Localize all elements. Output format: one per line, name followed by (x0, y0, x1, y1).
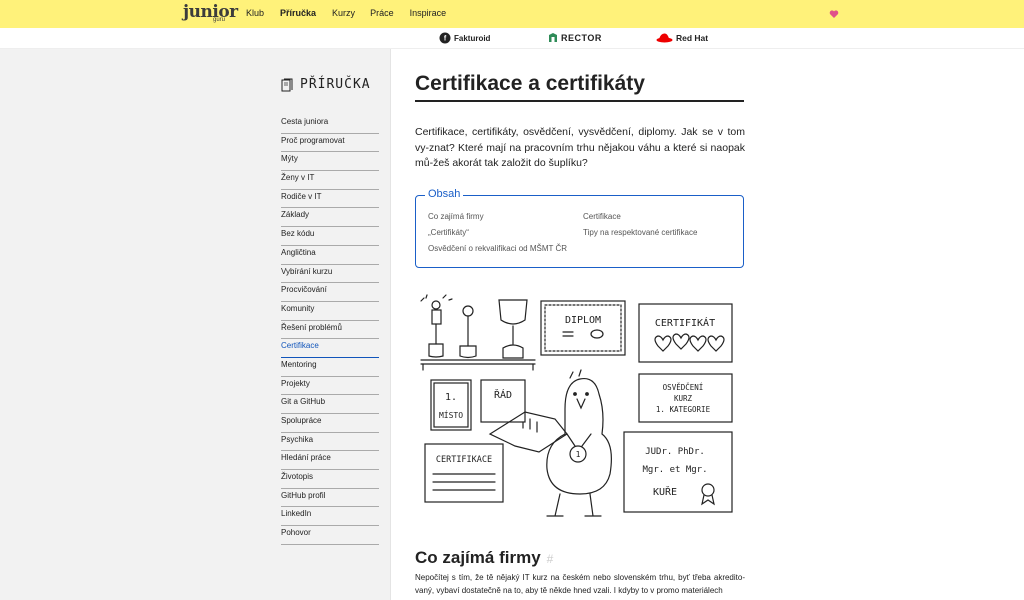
misto-number: 1. (445, 392, 457, 403)
titles-text-1: JUDr. PhDr. (645, 447, 705, 457)
sponsor-fakturoid[interactable]: f Fakturoid (439, 32, 490, 44)
misto-text: MÍSTO (439, 409, 463, 420)
osvedceni-text-3: 1. KATEGORIE (656, 405, 711, 414)
sidebar-item-komunity[interactable]: Komunity (281, 302, 379, 321)
toc-link-co-zajima-firmy[interactable]: Co zajímá firmy (428, 212, 484, 221)
certifikat-text: CERTIFIKÁT (655, 316, 715, 329)
lead-paragraph: Certifikace, certifikáty, osvědčení, vys… (415, 126, 745, 169)
toc-link-certifikace[interactable]: Certifikace (583, 212, 621, 221)
top-bar: junior guru Klub Příručka Kurzy Práce In… (0, 0, 1024, 28)
sidebar-item-linkedin[interactable]: LinkedIn (281, 507, 379, 527)
sidebar-title: PŘÍRUČKA (281, 77, 371, 92)
sidebar-item-bez-kodu[interactable]: Bez kódu (281, 227, 379, 246)
logo[interactable]: junior guru (183, 2, 238, 25)
page-title: Certifikace a certifikáty (415, 72, 645, 95)
sidebar-item-vybirani-kurzu[interactable]: Vybírání kurzu (281, 265, 379, 284)
rad-text: ŘÁD (494, 388, 512, 401)
fakturoid-logo-icon: f (439, 32, 451, 44)
table-of-contents: Obsah Co zajímá firmy „Certifikáty“ Osvě… (415, 188, 744, 268)
anchor-link[interactable]: # (547, 552, 554, 566)
toc-link-tipy[interactable]: Tipy na respektované certifikace (583, 228, 697, 237)
osvedceni-text-2: KURZ (674, 394, 693, 403)
nav-prirucka[interactable]: Příručka (280, 8, 316, 18)
rad-banner: ŘÁD (480, 379, 568, 453)
toc-link-certifikaty[interactable]: „Certifikáty“ (428, 228, 469, 237)
sidebar-item-rodice-v-it[interactable]: Rodiče v IT (281, 190, 379, 209)
certifikat-frame: CERTIFIKÁT (638, 303, 733, 363)
sidebar-item-reseni-problemu[interactable]: Řešení problémů (281, 321, 379, 340)
sidebar-item-pohovor[interactable]: Pohovor (281, 526, 379, 545)
section-heading: Co zajímá firmy # (415, 548, 553, 568)
main-nav: Klub Příručka Kurzy Práce Inspirace (246, 8, 446, 18)
sidebar-item-hledani-prace[interactable]: Hledání práce (281, 451, 379, 471)
certifikace-frame: CERTIFIKACE (424, 443, 504, 503)
osvedceni-text-1: OSVĚDČENÍ (663, 383, 704, 392)
toc-link-osvedceni[interactable]: Osvědčení o rekvalifikaci od MŠMT ČR (428, 244, 567, 253)
sidebar-item-cesta-juniora[interactable]: Cesta juniora (281, 115, 379, 134)
sidebar-item-myty[interactable]: Mýty (281, 152, 379, 172)
nav-prace[interactable]: Práce (370, 8, 394, 18)
sidebar-item-git-a-github[interactable]: Git a GitHub (281, 395, 379, 414)
sidebar-item-mentoring[interactable]: Mentoring (281, 358, 379, 377)
trophy-shelf (420, 294, 536, 371)
certifikace-text: CERTIFIKACE (436, 455, 492, 465)
first-place-frame: 1. MÍSTO (430, 379, 472, 431)
title-underline (415, 100, 744, 102)
sponsor-label: Red Hat (676, 32, 709, 43)
nav-inspirace[interactable]: Inspirace (410, 8, 447, 18)
sidebar-item-github-profil[interactable]: GitHub profil (281, 489, 379, 508)
chicken-drawing: 1 (546, 369, 612, 517)
sidebar-item-anglictina[interactable]: Angličtina (281, 246, 379, 265)
sidebar-item-spoluprace[interactable]: Spolupráce (281, 414, 379, 433)
sidebar-item-procvicovani[interactable]: Procvičování (281, 283, 379, 302)
redhat-logo-icon (656, 33, 673, 43)
sidebar-item-zeny-v-it[interactable]: Ženy v IT (281, 171, 379, 190)
sidebar-item-proc-programovat[interactable]: Proč programovat (281, 134, 379, 153)
titles-text-2: Mgr. et Mgr. (642, 465, 707, 475)
sidebar: PŘÍRUČKA Cesta juniora Proč programovat … (0, 49, 391, 600)
toc-legend: Obsah (425, 188, 464, 200)
sponsor-redhat[interactable]: Red Hat (656, 32, 708, 43)
titles-text-3: KUŘE (653, 485, 677, 498)
sidebar-item-psychika[interactable]: Psychika (281, 433, 379, 452)
rector-logo-icon (549, 33, 557, 42)
sponsor-label: Fakturoid (454, 33, 491, 43)
sponsor-label: RECTOR (561, 32, 602, 43)
diplom-frame: DIPLOM (540, 300, 626, 356)
osvedceni-frame: OSVĚDČENÍ KURZ 1. KATEGORIE (638, 373, 733, 423)
nav-kurzy[interactable]: Kurzy (332, 8, 355, 18)
titles-frame: JUDr. PhDr. Mgr. et Mgr. KUŘE (623, 431, 733, 513)
nav-klub[interactable]: Klub (246, 8, 264, 18)
logo-sub: guru (213, 17, 226, 23)
handbook-icon (281, 78, 293, 91)
sidebar-item-zivotopis[interactable]: Životopis (281, 470, 379, 489)
sidebar-item-zaklady[interactable]: Základy (281, 208, 379, 228)
sidebar-title-text: PŘÍRUČKA (300, 77, 371, 92)
sponsor-rector[interactable]: RECTOR (548, 32, 602, 43)
section-heading-text: Co zajímá firmy (415, 548, 541, 567)
sidebar-list: Cesta juniora Proč programovat Mýty Ženy… (281, 115, 379, 545)
heart-icon[interactable] (829, 9, 839, 19)
section-paragraph: Nepočítej s tím, že tě nějaký IT kurz na… (415, 573, 745, 595)
medal-text: 1 (576, 450, 581, 459)
sponsor-strip: f Fakturoid RECTOR Red Hat (0, 28, 1024, 49)
certificates-illustration: DIPLOM CERTIFIKÁT 1. MÍSTO ŘÁD 1 OSVĚDČE… (420, 294, 733, 517)
diplom-text: DIPLOM (565, 315, 601, 326)
sidebar-item-certifikace[interactable]: Certifikace (281, 339, 379, 358)
sidebar-item-projekty[interactable]: Projekty (281, 377, 379, 396)
